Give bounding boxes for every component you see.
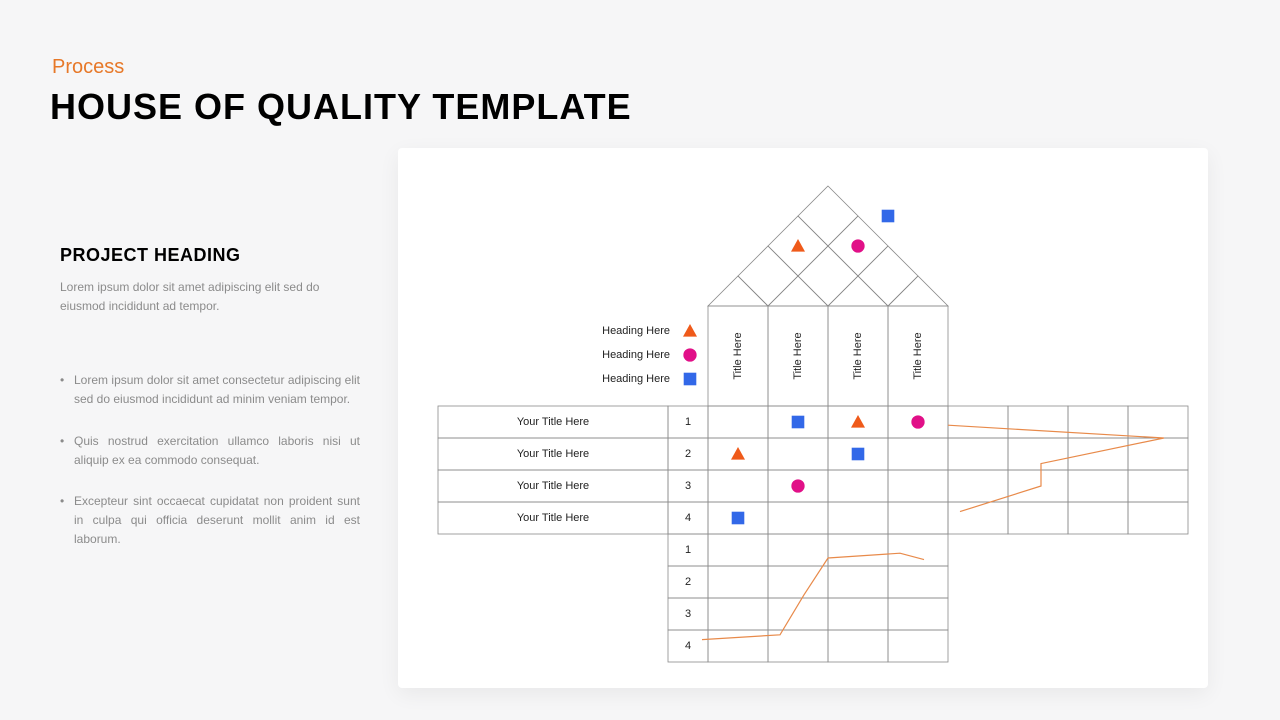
diagram-canvas: Your Title Here 1 Your Title Here 2 Your Tit… <box>398 148 1208 688</box>
svg-text:Your Title Here: Your Title Here <box>517 512 589 524</box>
svg-text:Your Title Here: Your Title Here <box>517 416 589 428</box>
svg-text:Title Here: Title Here <box>912 332 924 379</box>
svg-text:2: 2 <box>685 448 691 460</box>
bullet-item: Lorem ipsum dolor sit amet consectetur a… <box>60 371 360 409</box>
svg-text:Your Title Here: Your Title Here <box>517 480 589 492</box>
svg-text:3: 3 <box>685 480 691 492</box>
svg-text:Heading Here: Heading Here <box>602 373 670 385</box>
svg-text:4: 4 <box>685 640 691 652</box>
svg-text:Title Here: Title Here <box>792 332 804 379</box>
bullet-item: Quis nostrud exercitation ullamco labori… <box>60 432 360 470</box>
slide-root: Process HOUSE OF QUALITY TEMPLATE PROJEC… <box>0 0 1280 720</box>
svg-text:Title Here: Title Here <box>852 332 864 379</box>
sidebar: PROJECT HEADING Lorem ipsum dolor sit am… <box>60 245 360 572</box>
svg-text:Heading Here: Heading Here <box>602 325 670 337</box>
svg-text:1: 1 <box>685 544 691 556</box>
project-heading: PROJECT HEADING <box>60 245 360 266</box>
svg-text:2: 2 <box>685 576 691 588</box>
svg-text:1: 1 <box>685 416 691 428</box>
svg-text:4: 4 <box>685 512 691 524</box>
project-lead: Lorem ipsum dolor sit amet adipiscing el… <box>60 278 360 315</box>
kicker: Process <box>52 56 124 79</box>
bullet-list: Lorem ipsum dolor sit amet consectetur a… <box>60 371 360 549</box>
svg-text:Title Here: Title Here <box>732 332 744 379</box>
bullet-item: Excepteur sint occaecat cupidatat non pr… <box>60 492 360 550</box>
svg-text:Your Title Here: Your Title Here <box>517 448 589 460</box>
page-title: HOUSE OF QUALITY TEMPLATE <box>50 86 632 128</box>
svg-text:Heading Here: Heading Here <box>602 349 670 361</box>
svg-text:3: 3 <box>685 608 691 620</box>
